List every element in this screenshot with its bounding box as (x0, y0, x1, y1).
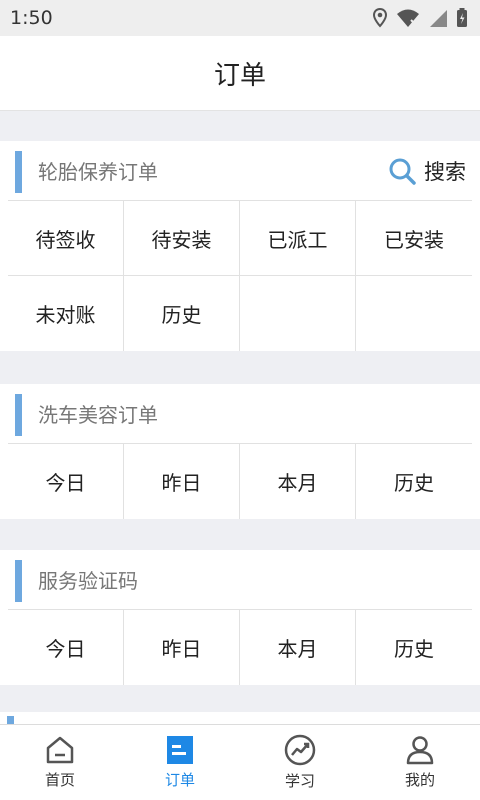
location-icon (372, 8, 388, 28)
user-icon (406, 736, 434, 765)
tire-orders-grid: 待签收 待安装 已派工 已安装 未对账 历史 (8, 201, 472, 351)
wash-orders-grid: 今日 昨日 本月 历史 (8, 444, 472, 519)
tab-orders[interactable]: 订单 (120, 725, 240, 800)
tire-order-pending-receipt[interactable]: 待签收 (8, 201, 124, 276)
page-header: 订单 (0, 36, 480, 111)
search-icon (389, 158, 416, 185)
tab-study-label: 学习 (284, 772, 315, 790)
section-accent-bar (15, 394, 22, 436)
tire-order-unreconciled[interactable]: 未对账 (8, 276, 124, 351)
tab-me[interactable]: 我的 (360, 725, 480, 800)
section-accent-bar (15, 560, 22, 602)
wash-orders-header: 洗车美容订单 (8, 384, 472, 444)
tab-home-label: 首页 (44, 771, 75, 789)
wash-order-history[interactable]: 历史 (356, 444, 472, 519)
order-icon (167, 736, 193, 764)
wash-order-yesterday[interactable]: 昨日 (124, 444, 240, 519)
tire-orders-title: 轮胎保养订单 (38, 160, 158, 184)
tire-order-history[interactable]: 历史 (124, 276, 240, 351)
tire-order-pending-install[interactable]: 待安装 (124, 201, 240, 276)
verify-code-today[interactable]: 今日 (8, 610, 124, 685)
tire-orders-header: 轮胎保养订单 搜索 (8, 141, 472, 201)
signal-icon (430, 10, 447, 27)
wash-order-today[interactable]: 今日 (8, 444, 124, 519)
next-section-peek (0, 712, 480, 724)
tab-me-label: 我的 (404, 771, 435, 789)
verify-code-section: 服务验证码 今日 昨日 本月 历史 (0, 550, 480, 685)
tire-orders-section: 轮胎保养订单 搜索 待签收 待安装 已派工 已安装 未对账 历史 (0, 141, 480, 351)
tab-study[interactable]: 学习 (240, 725, 360, 800)
status-icons (372, 8, 468, 28)
verify-code-title: 服务验证码 (38, 569, 138, 593)
home-icon (46, 736, 74, 764)
status-time: 1:50 (10, 7, 53, 29)
tire-order-dispatched[interactable]: 已派工 (240, 201, 356, 276)
section-accent-bar (7, 716, 14, 724)
section-accent-bar (15, 151, 22, 193)
status-bar: 1:50 (0, 0, 480, 36)
tire-order-installed[interactable]: 已安装 (356, 201, 472, 276)
search-button[interactable]: 搜索 (388, 156, 466, 186)
wash-orders-title: 洗车美容订单 (38, 403, 158, 427)
verify-code-yesterday[interactable]: 昨日 (124, 610, 240, 685)
search-label: 搜索 (424, 159, 466, 184)
bottom-tab-bar: 首页 订单 学习 我的 (0, 724, 480, 800)
verify-code-grid: 今日 昨日 本月 历史 (8, 610, 472, 685)
tab-orders-label: 订单 (164, 771, 195, 789)
verify-code-header: 服务验证码 (8, 550, 472, 610)
tab-home[interactable]: 首页 (0, 725, 120, 800)
battery-icon (457, 8, 467, 27)
tire-order-empty-cell (240, 276, 356, 351)
verify-code-this-month[interactable]: 本月 (240, 610, 356, 685)
tire-order-empty-cell (356, 276, 472, 351)
wifi-icon (397, 9, 419, 27)
page-title: 订单 (213, 60, 266, 91)
verify-code-history[interactable]: 历史 (356, 610, 472, 685)
wash-order-this-month[interactable]: 本月 (240, 444, 356, 519)
wash-orders-section: 洗车美容订单 今日 昨日 本月 历史 (0, 384, 480, 519)
chart-icon (284, 734, 316, 766)
